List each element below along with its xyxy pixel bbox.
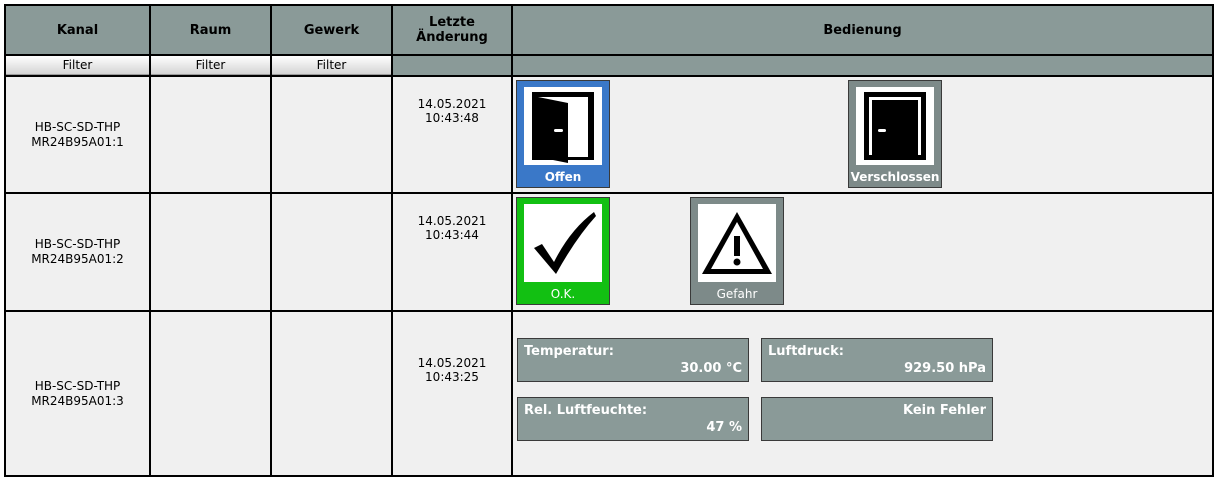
last-change-time: 10:43:44 xyxy=(425,228,479,242)
error-status: Kein Fehler xyxy=(902,403,986,418)
last-change-cell: 14.05.2021 10:43:48 xyxy=(391,75,513,194)
open-door-icon xyxy=(524,87,602,165)
filter-button-raum[interactable]: Filter xyxy=(151,56,270,75)
closed-door-icon xyxy=(856,87,934,165)
humidity-label: Rel. Luftfeuchte: xyxy=(524,403,648,418)
table-row: HB-SC-SD-THP MR24B95A01:2 14.05.2021 10:… xyxy=(4,192,1214,312)
table-row: HB-SC-SD-THP MR24B95A01:1 14.05.2021 10:… xyxy=(4,75,1214,194)
channel-address: MR24B95A01:1 xyxy=(31,134,124,149)
trade-cell xyxy=(270,192,393,312)
last-change-cell: 14.05.2021 10:43:44 xyxy=(391,192,513,312)
open-button[interactable]: Offen xyxy=(516,80,610,188)
control-cell: Offen Verschlossen xyxy=(511,75,1214,194)
room-cell xyxy=(149,192,272,312)
channel-type: HB-SC-SD-THP xyxy=(34,119,121,134)
column-header-kanal: Kanal xyxy=(4,4,151,56)
control-cell: Temperatur: 30.00 °C Luftdruck: 929.50 h… xyxy=(511,310,1214,477)
filter-button-gewerk[interactable]: Filter xyxy=(272,56,391,75)
channel-cell: HB-SC-SD-THP MR24B95A01:3 xyxy=(4,310,151,477)
trade-cell xyxy=(270,310,393,477)
open-button-label: Offen xyxy=(544,170,582,184)
column-header-raum: Raum xyxy=(149,4,272,56)
pressure-label: Luftdruck: xyxy=(768,344,844,359)
channel-cell: HB-SC-SD-THP MR24B95A01:2 xyxy=(4,192,151,312)
locked-button[interactable]: Verschlossen xyxy=(848,80,942,188)
filter-button-kanal[interactable]: Filter xyxy=(6,56,149,75)
channel-type: HB-SC-SD-THP xyxy=(34,378,121,393)
filter-cell-empty xyxy=(391,54,513,77)
humidity-value: 47 % xyxy=(706,420,742,435)
pressure-box: Luftdruck: 929.50 hPa xyxy=(761,338,993,382)
column-header-bedienung: Bedienung xyxy=(511,4,1214,56)
control-cell: O.K. Gefahr xyxy=(511,192,1214,312)
ok-button[interactable]: O.K. xyxy=(516,197,610,305)
channel-address: MR24B95A01:2 xyxy=(31,252,124,266)
temperature-label: Temperatur: xyxy=(524,344,614,359)
trade-cell xyxy=(270,75,393,194)
last-change-date: 14.05.2021 xyxy=(417,356,487,370)
temperature-box: Temperatur: 30.00 °C xyxy=(517,338,749,382)
filter-cell-kanal: Filter xyxy=(4,54,151,77)
last-change-date: 14.05.2021 xyxy=(417,214,487,228)
room-cell xyxy=(149,310,272,477)
channel-address: MR24B95A01:3 xyxy=(31,393,124,408)
temperature-value: 30.00 °C xyxy=(680,361,742,376)
danger-button-label: Gefahr xyxy=(716,287,758,301)
table-row: HB-SC-SD-THP MR24B95A01:3 14.05.2021 10:… xyxy=(4,310,1214,477)
filter-cell-gewerk: Filter xyxy=(270,54,393,77)
channel-type: HB-SC-SD-THP xyxy=(34,237,121,251)
danger-button[interactable]: Gefahr xyxy=(690,197,784,305)
column-header-gewerk: Gewerk xyxy=(270,4,393,56)
error-status-box: Kein Fehler xyxy=(761,397,993,441)
last-change-time: 10:43:48 xyxy=(425,111,479,125)
pressure-value: 929.50 hPa xyxy=(904,361,986,376)
channel-cell: HB-SC-SD-THP MR24B95A01:1 xyxy=(4,75,151,194)
header-letzte-line1: Letzte xyxy=(429,15,475,30)
column-header-letzte-aenderung: Letzte Änderung xyxy=(391,4,513,56)
warning-icon xyxy=(698,204,776,282)
device-table: Kanal Raum Gewerk Letzte Änderung Bedien… xyxy=(4,4,1214,477)
last-change-cell: 14.05.2021 10:43:25 xyxy=(391,310,513,477)
last-change-time: 10:43:25 xyxy=(425,370,479,384)
room-cell xyxy=(149,75,272,194)
filter-cell-raum: Filter xyxy=(149,54,272,77)
filter-cell-empty xyxy=(511,54,1214,77)
header-letzte-line2: Änderung xyxy=(416,30,488,45)
locked-button-label: Verschlossen xyxy=(850,170,940,184)
humidity-box: Rel. Luftfeuchte: 47 % xyxy=(517,397,749,441)
last-change-date: 14.05.2021 xyxy=(417,97,487,111)
checkmark-icon xyxy=(524,204,602,282)
ok-button-label: O.K. xyxy=(550,287,576,301)
